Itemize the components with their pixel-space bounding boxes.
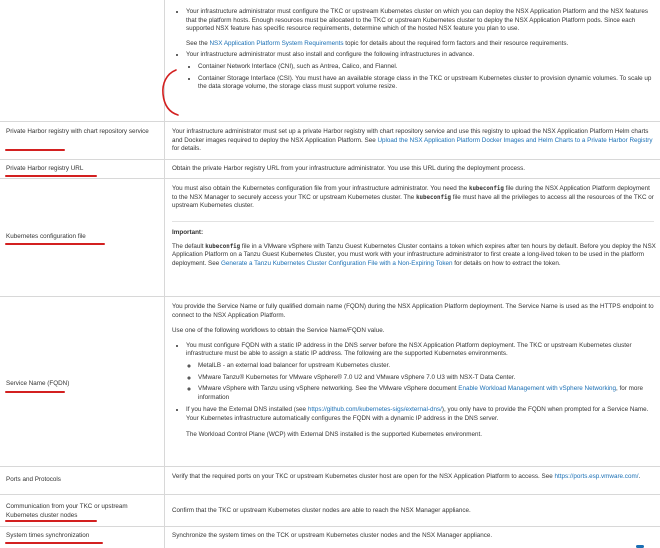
row-label-kubeconfig: Kubernetes configuration file	[6, 233, 86, 240]
red-bracket-annotation	[162, 69, 179, 116]
row-ports-desc: Verify that the required ports on your T…	[172, 473, 656, 482]
list-item: Container Storage Interface (CSI). You m…	[198, 75, 656, 92]
infrastructure-sublist: Container Network Interface (CNI), such …	[186, 63, 656, 92]
important-heading: Important:	[172, 229, 204, 236]
row-cluster-requirements: Your infrastructure administrator must c…	[172, 8, 656, 92]
harbor-registry-text: Your infrastructure administrator must s…	[172, 128, 653, 153]
ports-text: Verify that the required ports on your T…	[172, 473, 641, 480]
list-item: VMware vSphere with Tanzu using vSphere …	[198, 385, 656, 402]
row-label-service-name: Service Name (FQDN)	[6, 380, 70, 387]
ports-link[interactable]: https://ports.esp.vmware.com/	[554, 473, 638, 480]
row-label-ports: Ports and Protocols	[6, 476, 61, 483]
important-note: Important: The default kubeconfig file i…	[172, 229, 656, 268]
red-underline-annotation	[5, 520, 97, 522]
row-label-harbor-registry: Private Harbor registry with chart repos…	[6, 128, 149, 135]
row-communication-desc: Confirm that the TKC or upstream Kuberne…	[172, 507, 471, 514]
external-dns-link[interactable]: https://github.com/kubernetes-sigs/exter…	[308, 406, 442, 413]
red-underline-annotation	[5, 542, 103, 544]
upload-images-link[interactable]: Upload the NSX Application Platform Dock…	[377, 137, 652, 144]
list-item: Container Network Interface (CNI), such …	[198, 63, 656, 72]
red-underline-annotation	[5, 149, 65, 151]
fqdn-workflow-list: You must configure FQDN with a static IP…	[172, 342, 656, 439]
red-underline-annotation	[5, 175, 97, 177]
row-divider	[0, 466, 660, 467]
kubernetes-env-sublist: MetalLB - an external load balancer for …	[186, 362, 656, 402]
row-label-harbor-url: Private Harbor registry URL	[6, 165, 84, 172]
list-item: Your infrastructure administrator must a…	[186, 51, 656, 91]
row-time-sync-desc: Synchronize the system times on the TCK …	[172, 532, 493, 539]
workload-management-link[interactable]: Enable Workload Management with vSphere …	[458, 385, 616, 392]
red-underline-annotation	[5, 243, 105, 245]
red-underline-annotation	[5, 391, 65, 393]
row-divider	[0, 296, 660, 297]
row-service-name-desc: You provide the Service Name or fully qu…	[172, 303, 656, 439]
row-divider	[0, 121, 660, 122]
list-item: You must configure FQDN with a static IP…	[186, 342, 656, 403]
row-divider	[0, 159, 660, 160]
row-divider	[0, 178, 660, 179]
non-expiring-token-link[interactable]: Generate a Tanzu Kubernetes Cluster Conf…	[221, 260, 452, 267]
row-divider	[0, 526, 660, 527]
kubeconfig-paragraph: You must also obtain the Kubernetes conf…	[172, 185, 654, 210]
row-harbor-registry-desc: Your infrastructure administrator must s…	[172, 128, 656, 154]
row-kubeconfig-desc: You must also obtain the Kubernetes conf…	[172, 185, 656, 211]
list-item: If you have the External DNS installed (…	[186, 406, 656, 439]
see-paragraph: See the NSX Application Platform System …	[186, 39, 569, 47]
row-harbor-url-desc: Obtain the private Harbor registry URL f…	[172, 165, 526, 172]
important-separator	[172, 221, 654, 222]
requirements-list: Your infrastructure administrator must c…	[172, 8, 656, 92]
row-label-communication: Communication from your TKC or upstream …	[6, 503, 128, 519]
row-label-time-sync: System times synchronization	[6, 532, 90, 539]
list-item: VMware Tanzu® Kubernetes for VMware vSph…	[198, 374, 656, 383]
system-requirements-link[interactable]: NSX Application Platform System Requirem…	[209, 40, 343, 47]
row-divider	[0, 494, 660, 495]
important-text: The default kubeconfig file in a VMware …	[172, 242, 656, 267]
list-item: MetalLB - an external load balancer for …	[198, 362, 656, 371]
list-item: Your infrastructure administrator must c…	[186, 8, 656, 48]
